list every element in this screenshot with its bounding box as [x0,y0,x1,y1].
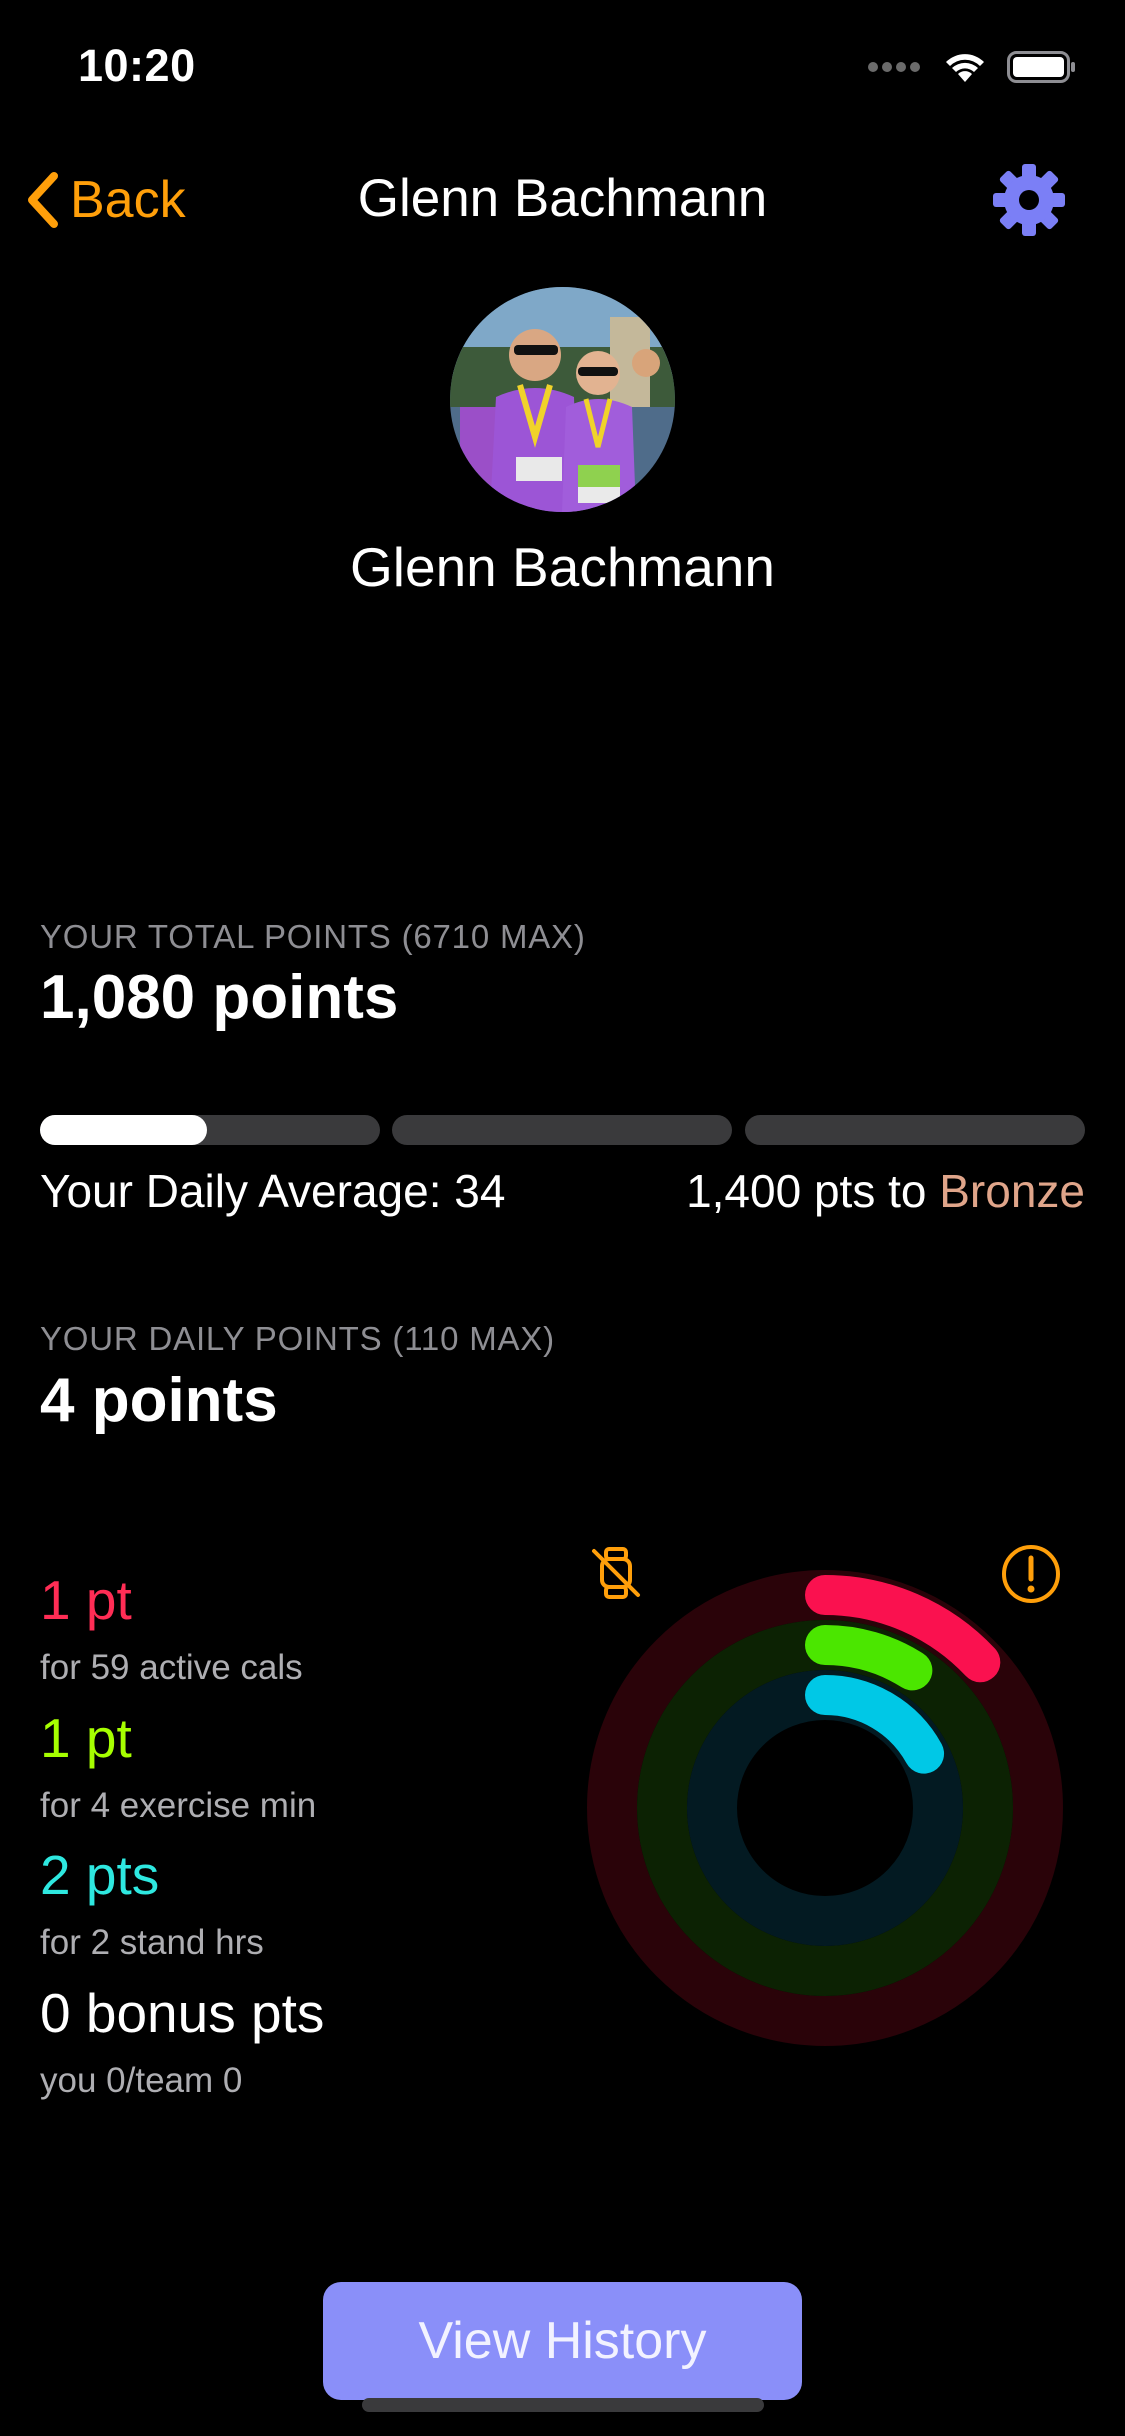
view-history-button[interactable]: View History [323,2282,802,2400]
points-progress-bar [40,1115,1085,1145]
signal-icon [868,62,920,72]
exercise-points-desc: for 4 exercise min [40,1786,317,1825]
daily-average: Your Daily Average: 34 [40,1165,506,1217]
stand-points: 2 pts [40,1844,160,1906]
progress-fill [40,1115,207,1145]
move-points-desc: for 59 active cals [40,1648,303,1687]
status-icons [867,50,1077,84]
daily-points-label: YOUR DAILY POINTS (110 MAX) [40,1320,555,1357]
profile-photo [450,287,675,512]
bonus-points: 0 bonus pts [40,1982,325,2044]
move-points: 1 pt [40,1569,132,1631]
total-points-label: YOUR TOTAL POINTS (6710 MAX) [40,918,586,955]
total-points-value: 1,080 points [40,963,399,1032]
activity-rings [587,1570,1063,2046]
stand-points-desc: for 2 stand hrs [40,1923,264,1962]
daily-points-value: 4 points [40,1366,278,1435]
wifi-icon [946,54,984,82]
settings-button[interactable] [991,162,1067,238]
gear-icon [993,164,1065,236]
home-indicator [362,2398,764,2412]
exercise-points: 1 pt [40,1707,132,1769]
next-level-name: Bronze [939,1165,1085,1217]
nav-bar: Back Glenn Bachmann [0,150,1125,250]
bonus-points-desc: you 0/team 0 [40,2061,243,2100]
nav-title: Glenn Bachmann [357,169,768,228]
battery-icon [1007,51,1075,83]
progress-segment [392,1115,732,1145]
status-bar: 10:20 [0,0,1125,132]
profile-name: Glenn Bachmann [350,536,775,598]
progress-segment [745,1115,1085,1145]
points-to-next-text: 1,400 pts to [686,1165,940,1217]
points-to-next-level: 1,400 pts to Bronze [686,1164,1085,1218]
avatar [450,287,675,512]
status-time: 10:20 [78,40,196,91]
